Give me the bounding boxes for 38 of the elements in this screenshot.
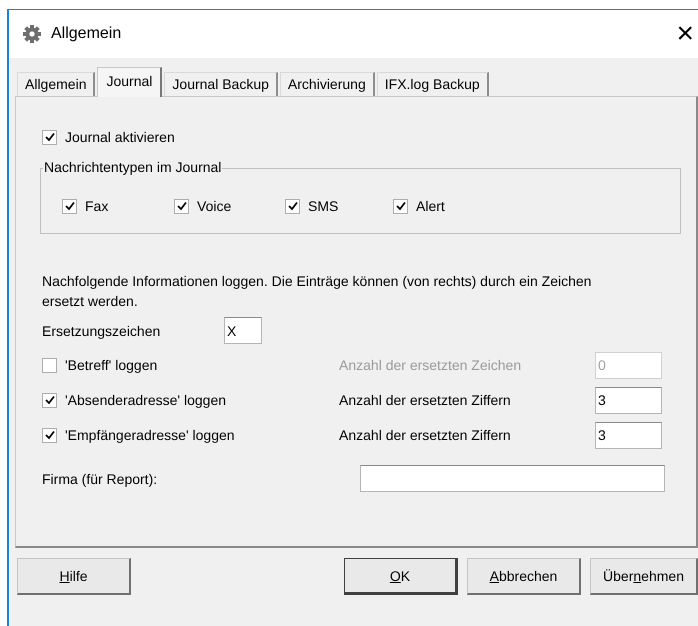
checkbox[interactable] (174, 198, 189, 214)
checkbox-label: SMS (308, 198, 338, 214)
gear-icon (22, 24, 42, 44)
input-field[interactable]: 3 (595, 422, 662, 448)
checkbox-label: 'Betreff' loggen (65, 357, 158, 373)
tab[interactable]: Journal Backup (164, 72, 278, 96)
input-field[interactable] (360, 465, 665, 492)
dialog-button[interactable]: Hilfe (17, 558, 131, 595)
field-label: Anzahl der ersetzten Ziffern (339, 392, 512, 408)
dialog-button[interactable]: OK (344, 558, 458, 595)
checkbox[interactable] (42, 428, 57, 442)
field-label: Anzahl der ersetzten Zeichen (339, 357, 522, 373)
checkbox-label: 'Absenderadresse' loggen (65, 392, 226, 408)
dialog-button[interactable]: Übernehmen (590, 558, 698, 595)
field-label: Firma (für Report): (42, 470, 158, 486)
tab[interactable]: Archivierung (280, 72, 375, 96)
checkbox-label: Journal aktivieren (65, 129, 175, 145)
info-text: Nachfolgende Informationen loggen. Die Einträge können (von rechts) durch ein Zeichen ersetzt werden. (42, 272, 592, 311)
input-field[interactable]: 3 (595, 386, 662, 414)
tab[interactable]: Allgemein (17, 72, 96, 96)
group-title: Nachrichtentypen im Journal (43, 159, 222, 175)
checkbox[interactable] (62, 198, 77, 214)
field-label: Anzahl der ersetzten Ziffern (339, 427, 512, 443)
input-field[interactable]: X (224, 317, 262, 344)
checkbox-label: Alert (416, 198, 445, 214)
checkbox[interactable] (42, 130, 57, 144)
checkbox-label: Fax (85, 198, 108, 214)
checkbox[interactable] (285, 198, 300, 214)
tab[interactable]: IFX.log Backup (376, 72, 489, 96)
window-title: Allgemein (51, 25, 122, 43)
close-button[interactable]: × (676, 19, 694, 49)
checkbox-label: Voice (197, 198, 232, 214)
checkbox[interactable] (42, 392, 57, 408)
checkbox[interactable] (393, 198, 408, 214)
field-label: Ersetzungszeichen (42, 322, 162, 338)
tab[interactable]: Journal (97, 67, 162, 97)
checkbox-label: 'Empfängeradresse' loggen (65, 427, 235, 443)
dialog-button[interactable]: Abbrechen (467, 558, 581, 595)
